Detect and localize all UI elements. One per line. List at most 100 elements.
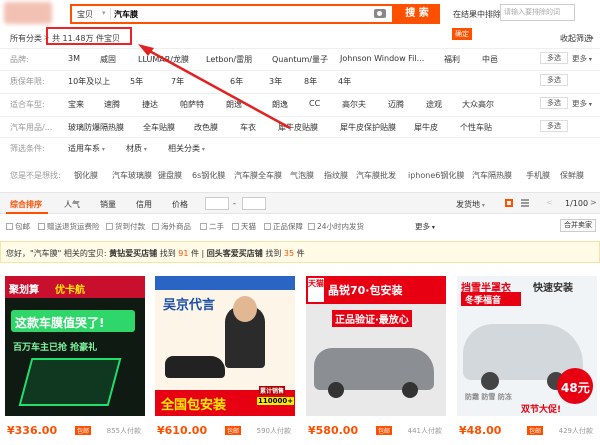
grid-view-icon[interactable]	[505, 199, 513, 207]
related-link[interactable]: 气泡膜	[290, 170, 314, 181]
camera-icon[interactable]	[374, 9, 386, 18]
filter-option[interactable]: 高尔夫	[342, 99, 366, 110]
checkbox-second-hand[interactable]: 二手	[200, 221, 224, 232]
related-link[interactable]: 钢化膜	[74, 170, 98, 181]
filter-option[interactable]: 犀牛皮	[414, 122, 438, 133]
filter-option[interactable]: CC	[309, 99, 320, 108]
paid-count: 429人付款	[558, 427, 593, 435]
filter-option[interactable]: 朗逸	[272, 99, 288, 110]
product-card[interactable]: 聚划算 优卡航 这款车膜值哭了! 百万车主已抢 抢豪礼 ¥336.00 包邮 8…	[5, 276, 145, 445]
prev-page-button[interactable]: <	[546, 198, 553, 207]
shop-link-diamond[interactable]: 黄钻爱买店铺	[109, 249, 157, 258]
filter-option[interactable]: 帕萨特	[180, 99, 204, 110]
product-card[interactable]: 吴京代言 全国包安装 累计销售 110000+ ¥610.00 包邮 590人付…	[155, 276, 295, 445]
filter-option[interactable]: 7年	[171, 76, 184, 87]
product-price: ¥48.00	[459, 424, 502, 437]
filter-option[interactable]: 10年及以上	[68, 76, 110, 87]
filter-option[interactable]: 大众高尔	[462, 99, 494, 110]
more-button[interactable]: 更多	[572, 98, 592, 109]
sort-sales-tab[interactable]: 销量	[100, 199, 116, 210]
chevron-down-icon[interactable]: ▾	[102, 9, 106, 17]
more-filters-dropdown[interactable]: 更多	[415, 221, 435, 232]
checkbox-24h-ship[interactable]: 24小时内发货	[308, 221, 364, 232]
filter-option[interactable]: 迈腾	[388, 99, 404, 110]
filter-option[interactable]: 玻璃防爆隔热膜	[68, 122, 124, 133]
related-link[interactable]: 保鲜膜	[560, 170, 584, 181]
filter-option[interactable]: 速腾	[104, 99, 120, 110]
multi-select-button[interactable]: 多选	[540, 74, 568, 86]
related-link[interactable]: 汽车膜全车膜	[234, 170, 282, 181]
related-link[interactable]: 汽车膜批发	[356, 170, 396, 181]
price-min-input[interactable]	[205, 197, 229, 210]
search-button[interactable]: 搜 索	[394, 4, 440, 24]
next-page-button[interactable]: >	[590, 198, 597, 207]
filter-option[interactable]: 8年	[304, 76, 317, 87]
related-link[interactable]: 指纹膜	[324, 170, 348, 181]
filter-option[interactable]: Quantum/量子	[272, 54, 328, 65]
related-link[interactable]: 6s钢化膜	[192, 170, 225, 181]
search-input[interactable]: 汽车膜	[114, 9, 138, 20]
product-image[interactable]: 吴京代言 全国包安装 累计销售 110000+	[155, 276, 295, 416]
related-link[interactable]: 手机膜	[526, 170, 550, 181]
filter-option[interactable]: 5年	[130, 76, 143, 87]
filter-option[interactable]: 全车贴膜	[143, 122, 175, 133]
filter-option[interactable]: 车衣	[240, 122, 256, 133]
multi-select-button[interactable]: 多选	[540, 120, 568, 132]
checkbox-cod[interactable]: 货到付款	[106, 221, 145, 232]
filter-option[interactable]: 威固	[100, 54, 116, 65]
exclude-input[interactable]: 请输入要排除的词	[500, 4, 575, 21]
ship-from-dropdown[interactable]: 发货地	[456, 199, 485, 210]
breadcrumb-all-categories[interactable]: 所有分类	[10, 33, 42, 44]
dropdown-related-category[interactable]: 相关分类	[168, 143, 205, 154]
product-image[interactable]: 聚划算 优卡航 这款车膜值哭了! 百万车主已抢 抢豪礼	[5, 276, 145, 416]
collapse-filter-button[interactable]: 收起筛选	[560, 33, 592, 44]
filter-option[interactable]: 途观	[426, 99, 442, 110]
filter-option[interactable]: 犀牛皮保护贴膜	[340, 122, 396, 133]
product-card[interactable]: 天猫 晶锐70·包安装 正品验证·最放心 ¥580.00 包邮 441人付款	[306, 276, 446, 445]
multi-select-button[interactable]: 多选	[540, 52, 568, 64]
dropdown-car-series[interactable]: 适用车系	[68, 143, 105, 154]
filter-option[interactable]: 6年	[230, 76, 243, 87]
related-link[interactable]: 键盘膜	[158, 170, 182, 181]
sort-popularity-tab[interactable]: 人气	[64, 199, 80, 210]
chevron-up-icon[interactable]: ▴	[590, 33, 594, 41]
sort-credit-tab[interactable]: 信用	[136, 199, 152, 210]
checkbox-overseas[interactable]: 海外商品	[152, 221, 191, 232]
multi-select-button[interactable]: 多选	[540, 97, 568, 109]
more-button[interactable]: 更多	[572, 53, 592, 64]
filter-option[interactable]: 宝来	[68, 99, 84, 110]
list-view-icon[interactable]	[521, 199, 529, 207]
filter-option[interactable]: 个性车贴	[460, 122, 492, 133]
filter-option[interactable]: 犀牛皮贴膜	[278, 122, 318, 133]
merge-sellers-button[interactable]: 合并卖家	[560, 219, 596, 232]
sort-price-tab[interactable]: 价格	[172, 199, 188, 210]
related-link[interactable]: 汽车玻璃膜	[112, 170, 152, 181]
filter-option[interactable]: 福利	[444, 54, 460, 65]
filter-option[interactable]: LLUMAR/龙膜	[138, 54, 189, 65]
site-logo[interactable]	[4, 2, 52, 24]
price-max-input[interactable]	[242, 197, 266, 210]
sort-default-tab[interactable]: 综合排序	[10, 199, 42, 210]
filter-option[interactable]: 改色膜	[194, 122, 218, 133]
related-link[interactable]: iphone6钢化膜	[408, 170, 464, 181]
filter-option[interactable]: 3年	[269, 76, 282, 87]
filter-option[interactable]: 3M	[68, 54, 80, 63]
filter-option[interactable]: 4年	[338, 76, 351, 87]
filter-option[interactable]: 朗逸	[226, 99, 242, 110]
search-box[interactable]: 宝贝 ▾ 汽车膜	[70, 4, 394, 24]
product-card[interactable]: 挡雪半罩衣 快速安装 冬季福音 48元 防霜 防雪 防冻 双节大促! ¥48.0…	[457, 276, 597, 445]
checkbox-tmall[interactable]: 天猫	[232, 221, 256, 232]
product-image[interactable]: 挡雪半罩衣 快速安装 冬季福音 48元 防霜 防雪 防冻 双节大促!	[457, 276, 597, 416]
shop-link-returning[interactable]: 回头客爱买店铺	[207, 249, 263, 258]
product-image[interactable]: 天猫 晶锐70·包安装 正品验证·最放心	[306, 276, 446, 416]
dropdown-material[interactable]: 材质	[126, 143, 147, 154]
checkbox-free-shipping[interactable]: 包邮	[6, 221, 30, 232]
checkbox-genuine[interactable]: 正品保障	[264, 221, 303, 232]
filter-option[interactable]: Letbon/雷朋	[206, 54, 252, 65]
related-link[interactable]: 汽车隔热膜	[472, 170, 512, 181]
filter-option[interactable]: 捷达	[142, 99, 158, 110]
search-category[interactable]: 宝贝	[77, 9, 93, 20]
filter-option[interactable]: Johnson Window Fil...	[340, 54, 424, 63]
checkbox-return-insurance[interactable]: 赠送退货运费险	[38, 221, 100, 232]
filter-option[interactable]: 中邑	[482, 54, 498, 65]
